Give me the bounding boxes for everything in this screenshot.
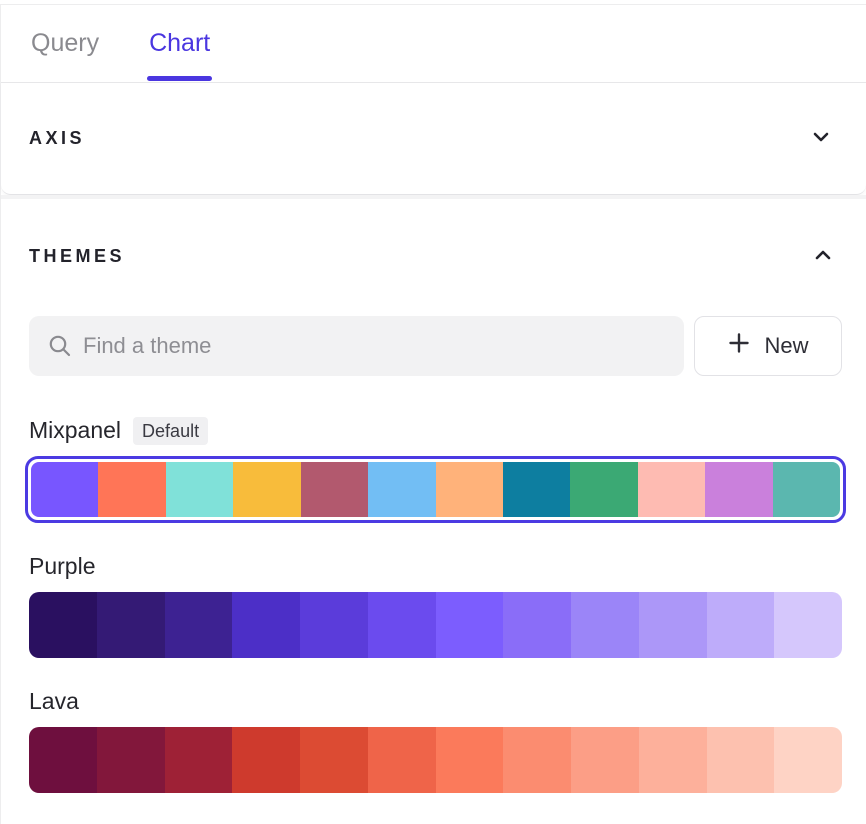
- swatch-cell[interactable]: [300, 592, 368, 658]
- chart-settings-panel: Query Chart AXIS THEMES: [0, 4, 866, 824]
- themes-collapse-toggle[interactable]: [810, 243, 836, 269]
- plus-icon: [727, 331, 751, 361]
- swatch-cell[interactable]: [29, 727, 97, 793]
- swatch-cell[interactable]: [570, 462, 637, 517]
- new-theme-button-label: New: [764, 333, 808, 359]
- themes-section-title: THEMES: [29, 246, 125, 267]
- swatch-cell[interactable]: [233, 462, 300, 517]
- search-icon: [47, 333, 73, 364]
- theme-swatch-strip: [29, 592, 842, 658]
- swatch-cell[interactable]: [436, 592, 504, 658]
- theme-default-badge: Default: [133, 417, 208, 445]
- theme-swatch-wrapper[interactable]: [29, 592, 842, 658]
- theme-row: Lava: [29, 685, 842, 793]
- swatch-cell[interactable]: [166, 462, 233, 517]
- swatch-cell[interactable]: [300, 727, 368, 793]
- swatch-cell[interactable]: [503, 462, 570, 517]
- theme-name: Purple: [29, 550, 95, 583]
- swatch-cell[interactable]: [707, 592, 775, 658]
- swatch-cell[interactable]: [232, 592, 300, 658]
- axis-section-header[interactable]: AXIS: [1, 83, 866, 195]
- swatch-cell[interactable]: [165, 592, 233, 658]
- swatch-cell[interactable]: [232, 727, 300, 793]
- swatch-cell[interactable]: [774, 592, 842, 658]
- swatch-cell[interactable]: [707, 727, 775, 793]
- swatch-cell[interactable]: [97, 727, 165, 793]
- theme-search-box: [29, 316, 684, 376]
- swatch-cell[interactable]: [165, 727, 233, 793]
- swatch-cell[interactable]: [368, 592, 436, 658]
- theme-swatch-strip: [31, 462, 840, 517]
- theme-label-row: Purple: [29, 550, 842, 583]
- theme-label-row: Mixtape: [29, 820, 842, 824]
- swatch-cell[interactable]: [503, 592, 571, 658]
- theme-name: Lava: [29, 685, 79, 718]
- swatch-cell[interactable]: [571, 592, 639, 658]
- themes-section: THEMES: [1, 199, 866, 824]
- theme-label-row: Lava: [29, 685, 842, 718]
- theme-label-row: Mixpanel Default: [29, 414, 842, 447]
- swatch-cell[interactable]: [436, 727, 504, 793]
- swatch-cell[interactable]: [773, 462, 840, 517]
- swatch-cell[interactable]: [639, 592, 707, 658]
- swatch-cell[interactable]: [638, 462, 705, 517]
- theme-row: Purple: [29, 550, 842, 658]
- tab-query[interactable]: Query: [31, 29, 99, 58]
- swatch-cell[interactable]: [301, 462, 368, 517]
- themes-section-header[interactable]: THEMES: [29, 243, 842, 269]
- swatch-cell[interactable]: [97, 592, 165, 658]
- swatch-cell[interactable]: [368, 727, 436, 793]
- axis-section-title: AXIS: [29, 128, 85, 149]
- chevron-up-icon: [812, 244, 834, 269]
- theme-name: Mixpanel: [29, 414, 121, 447]
- theme-swatch-wrapper[interactable]: [29, 727, 842, 793]
- swatch-cell[interactable]: [368, 462, 435, 517]
- axis-collapse-toggle[interactable]: [808, 126, 834, 152]
- theme-name: Mixtape: [29, 820, 110, 824]
- swatch-cell[interactable]: [436, 462, 503, 517]
- theme-list: Mixpanel Default Purple Lava Mixtape: [29, 414, 842, 824]
- theme-swatch-wrapper[interactable]: [25, 456, 846, 523]
- chevron-down-icon: [810, 126, 832, 151]
- swatch-cell[interactable]: [639, 727, 707, 793]
- swatch-cell[interactable]: [503, 727, 571, 793]
- swatch-cell[interactable]: [98, 462, 165, 517]
- swatch-cell[interactable]: [29, 592, 97, 658]
- swatch-cell[interactable]: [774, 727, 842, 793]
- swatch-cell[interactable]: [571, 727, 639, 793]
- theme-row: Mixtape: [29, 820, 842, 824]
- theme-search-row: New: [29, 316, 842, 376]
- tab-chart[interactable]: Chart: [149, 29, 210, 58]
- swatch-cell[interactable]: [705, 462, 772, 517]
- new-theme-button[interactable]: New: [694, 316, 842, 376]
- theme-search-input[interactable]: [29, 316, 684, 376]
- tab-bar: Query Chart: [1, 5, 866, 83]
- theme-swatch-strip: [29, 727, 842, 793]
- theme-row: Mixpanel Default: [29, 414, 842, 523]
- swatch-cell[interactable]: [31, 462, 98, 517]
